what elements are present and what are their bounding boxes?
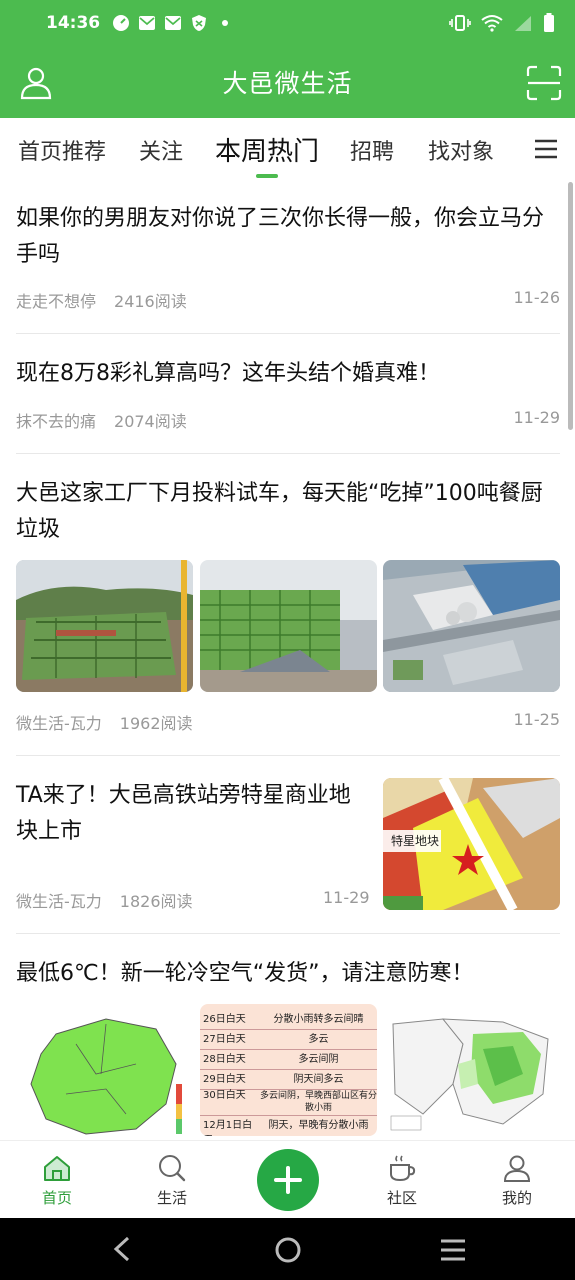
article-author: 微生活-瓦力 [16,892,102,911]
article-date: 11-29 [323,888,370,907]
feed-scrollbar[interactable] [568,182,573,430]
article-meta: 抹不去的痛 2074阅读 [16,408,187,432]
nav-me-label: 我的 [501,1189,532,1207]
status-bar: 14:36 [0,0,575,46]
article-meta: 微生活-瓦力 1826阅读 [16,888,193,912]
shield-icon [190,14,208,32]
forecast-weather: 阴天间多云 [293,1074,344,1085]
article-card[interactable]: 大邑这家工厂下月投料试车，每天能“吃掉”100吨餐厨垃圾 微生活-瓦力 1962… [16,454,560,756]
system-navigation-bar [0,1218,575,1280]
forecast-weather: 多云间阴，早晚西部山区有分散小雨 [260,1091,377,1113]
article-meta: 微生活-瓦力 1962阅读 [16,710,193,734]
forecast-day: 30日白天 [203,1090,246,1101]
forecast-day: 27日白天 [203,1034,246,1045]
profile-icon[interactable] [18,64,54,100]
tab-weekly-hot[interactable]: 本周热门 [215,131,319,168]
forecast-table-image[interactable]: 26日白天 分散小雨转多云间晴 27日白天 多云 28日白天 多云间阴 29日白… [200,1004,377,1136]
tab-dating[interactable]: 找对象 [428,134,494,166]
dot-icon [216,14,234,32]
active-tab-indicator [256,174,278,178]
add-post-button[interactable] [257,1149,319,1211]
forecast-row: 29日白天 阴天间多云 [200,1070,377,1090]
article-title[interactable]: TA来了！大邑高铁站旁特星商业地块上市 [16,778,366,850]
nav-home-label: 首页 [41,1189,72,1207]
user-icon [503,1155,531,1182]
article-title[interactable]: 大邑这家工厂下月投料试车，每天能“吃掉”100吨餐厨垃圾 [16,476,560,548]
system-icons [449,13,555,33]
forecast-row: 28日白天 多云间阴 [200,1050,377,1070]
forecast-weather: 阴天，早晚有分散小雨 [268,1120,369,1131]
mail-icon [138,14,156,32]
article-date: 11-26 [513,288,561,307]
nav-community[interactable]: 社区 [362,1153,442,1208]
article-author: 走走不想停 [16,292,97,311]
article-card[interactable]: 最低6℃！新一轮冷空气“发货”，请注意防寒！ 26日白天 分散小雨转多云间晴 2… [16,934,560,1140]
article-feed[interactable]: 如果你的男朋友对你说了三次你长得一般，你会立马分手吗 走走不想停 2416阅读 … [0,182,575,1140]
article-reads: 1962阅读 [119,714,193,733]
forecast-row: 12月1日白天 阴天，早晚有分散小雨 [200,1116,377,1136]
building-scaffold-image[interactable] [200,560,377,692]
forecast-day: 29日白天 [203,1074,246,1085]
speedometer-icon [112,14,130,32]
tab-jobs[interactable]: 招聘 [350,134,394,166]
forecast-table: 26日白天 分散小雨转多云间晴 27日白天 多云 28日白天 多云间阴 29日白… [200,1010,377,1136]
back-icon[interactable] [110,1236,134,1266]
wifi-icon [481,15,503,32]
nav-home[interactable]: 首页 [17,1153,97,1208]
battery-icon [544,13,554,32]
article-reads: 2416阅读 [114,292,187,311]
signal-icon [515,16,531,31]
coffee-cup-icon [390,1155,416,1182]
nav-me[interactable]: 我的 [477,1153,557,1208]
forecast-day: 12月1日白天 [203,1120,253,1136]
forecast-weather: 分散小雨转多云间晴 [273,1014,364,1025]
weather-map-image[interactable] [16,1004,193,1136]
article-reads: 2074阅读 [114,412,187,431]
article-date: 11-29 [513,408,561,427]
forecast-row: 26日白天 分散小雨转多云间晴 [200,1010,377,1030]
forecast-row: 30日白天 多云间阴，早晚西部山区有分散小雨 [200,1090,377,1116]
vibrate-icon [449,15,471,31]
forecast-day: 26日白天 [203,1014,246,1025]
scan-icon[interactable] [525,64,563,102]
search-icon [159,1155,186,1182]
status-time: 14:36 [46,13,101,33]
factory-rendering-image[interactable] [383,560,560,692]
forecast-day: 28日白天 [203,1054,246,1065]
article-meta: 走走不想停 2416阅读 [16,288,187,312]
article-author: 微生活-瓦力 [16,714,102,733]
nav-community-label: 社区 [386,1189,417,1207]
article-reads: 1826阅读 [119,892,193,911]
mail-icon [164,14,182,32]
forecast-weather: 多云间阴 [298,1054,339,1065]
plus-icon [274,1166,302,1194]
article-date: 11-25 [513,710,561,729]
article-author: 抹不去的痛 [16,412,97,431]
home-circle-icon[interactable] [274,1236,302,1268]
home-icon [44,1156,70,1181]
notification-icons [112,14,234,32]
menu-icon[interactable] [533,138,559,160]
article-title[interactable]: 如果你的男朋友对你说了三次你长得一般，你会立马分手吗 [16,201,560,273]
forecast-weather: 多云 [308,1034,329,1045]
construction-site-image[interactable] [16,560,193,692]
map-label: 特星地块 [391,834,440,848]
nav-life[interactable]: 生活 [132,1153,212,1208]
app-bar: 大邑微生活 [0,46,575,118]
rainfall-map-image[interactable] [383,1004,560,1136]
nav-life-label: 生活 [156,1189,187,1207]
app-title: 大邑微生活 [222,69,353,98]
recent-apps-icon[interactable] [439,1238,467,1266]
article-title[interactable]: 最低6℃！新一轮冷空气“发货”，请注意防寒！ [16,956,560,992]
land-plot-map-image[interactable]: 特星地块 [383,778,560,910]
article-card[interactable]: 如果你的男朋友对你说了三次你长得一般，你会立马分手吗 走走不想停 2416阅读 … [16,182,560,334]
category-tabs: 首页推荐 关注 本周热门 招聘 找对象 [0,118,575,182]
forecast-row: 27日白天 多云 [200,1030,377,1050]
article-title[interactable]: 现在8万8彩礼算高吗？这年头结个婚真难！ [16,356,560,392]
article-card[interactable]: 现在8万8彩礼算高吗？这年头结个婚真难！ 抹不去的痛 2074阅读 11-29 [16,334,560,454]
tab-home-recommend[interactable]: 首页推荐 [18,134,106,166]
bottom-navigation: 首页 生活 社区 我的 [0,1140,575,1218]
article-card[interactable]: TA来了！大邑高铁站旁特星商业地块上市 微生活-瓦力 1826阅读 11-29 … [16,756,560,934]
tab-following[interactable]: 关注 [139,134,183,166]
